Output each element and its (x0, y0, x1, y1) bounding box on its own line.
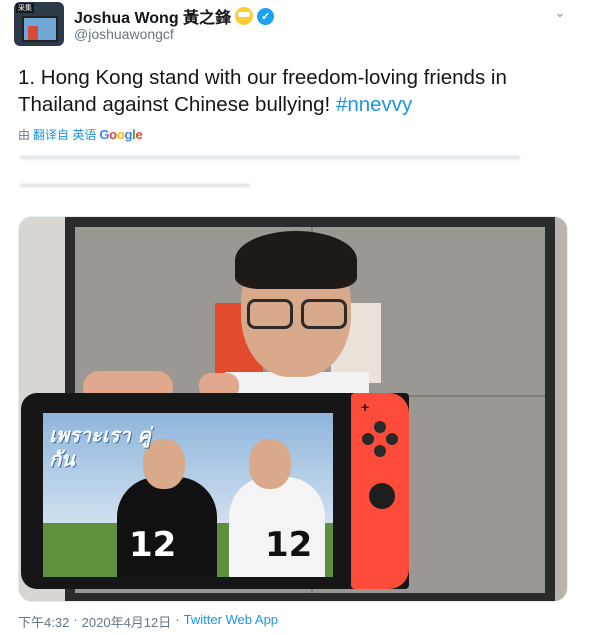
jersey-number-left: 12 (129, 525, 177, 565)
blurred-translation-line (20, 156, 520, 159)
button-icon (374, 421, 386, 433)
name-row: Joshua Wong 黃之鋒 ✓ (74, 4, 275, 28)
jersey-number-right: 12 (265, 525, 313, 565)
emoji-icon (235, 7, 254, 25)
avatar-badge: 采集 (16, 3, 34, 13)
tweet-source[interactable]: Twitter Web App (184, 612, 278, 631)
show-title: เพราะเรา คู่กัน (49, 423, 151, 471)
translation-credit: 由 翻译自 英语 Google (18, 126, 143, 143)
blurred-translation-line (20, 184, 250, 187)
meta-separator: · (175, 612, 180, 627)
tweet-body: 1. Hong Kong stand with our freedom-lovi… (18, 66, 507, 116)
person-hair (235, 231, 357, 289)
translate-link[interactable]: 翻译自 英语 (33, 126, 96, 143)
tweet-meta: 下午4:32 · 2020年4月12日 · Twitter Web App (18, 612, 278, 631)
joystick-icon (369, 483, 395, 509)
button-icon (386, 433, 398, 445)
plus-icon: + (361, 399, 370, 415)
translate-prefix: 由 (18, 128, 31, 142)
button-icon (362, 433, 374, 445)
actor-right-head (249, 439, 291, 489)
tweet-photo[interactable]: เพราะเรา คู่กัน 12 12 + (18, 216, 568, 602)
joycon-right: + (351, 393, 409, 589)
glasses (247, 299, 347, 329)
tweet-text: 1. Hong Kong stand with our freedom-lovi… (18, 64, 578, 118)
user-handle[interactable]: @joshuawongcf (74, 26, 174, 42)
console-screen: เพราะเรา คู่กัน 12 12 (43, 413, 333, 577)
tweet-date[interactable]: 2020年4月12日 (82, 612, 172, 631)
avatar[interactable]: 采集 (14, 2, 64, 46)
display-name[interactable]: Joshua Wong 黃之鋒 (74, 4, 231, 28)
verified-icon: ✓ (257, 7, 275, 25)
button-icon (374, 445, 386, 457)
chevron-down-icon[interactable]: ⌄ (550, 4, 570, 22)
avatar-image (22, 16, 58, 42)
google-logo: Google (99, 127, 143, 142)
hashtag-link[interactable]: #nnevvy (336, 93, 412, 116)
game-console: เพราะเรา คู่กัน 12 12 + (21, 393, 409, 589)
tweet-card: 采集 Joshua Wong 黃之鋒 ✓ @joshuawongcf ⌄ 1. … (0, 0, 615, 635)
tweet-time[interactable]: 下午4:32 (18, 612, 69, 631)
meta-separator: · (73, 612, 78, 627)
